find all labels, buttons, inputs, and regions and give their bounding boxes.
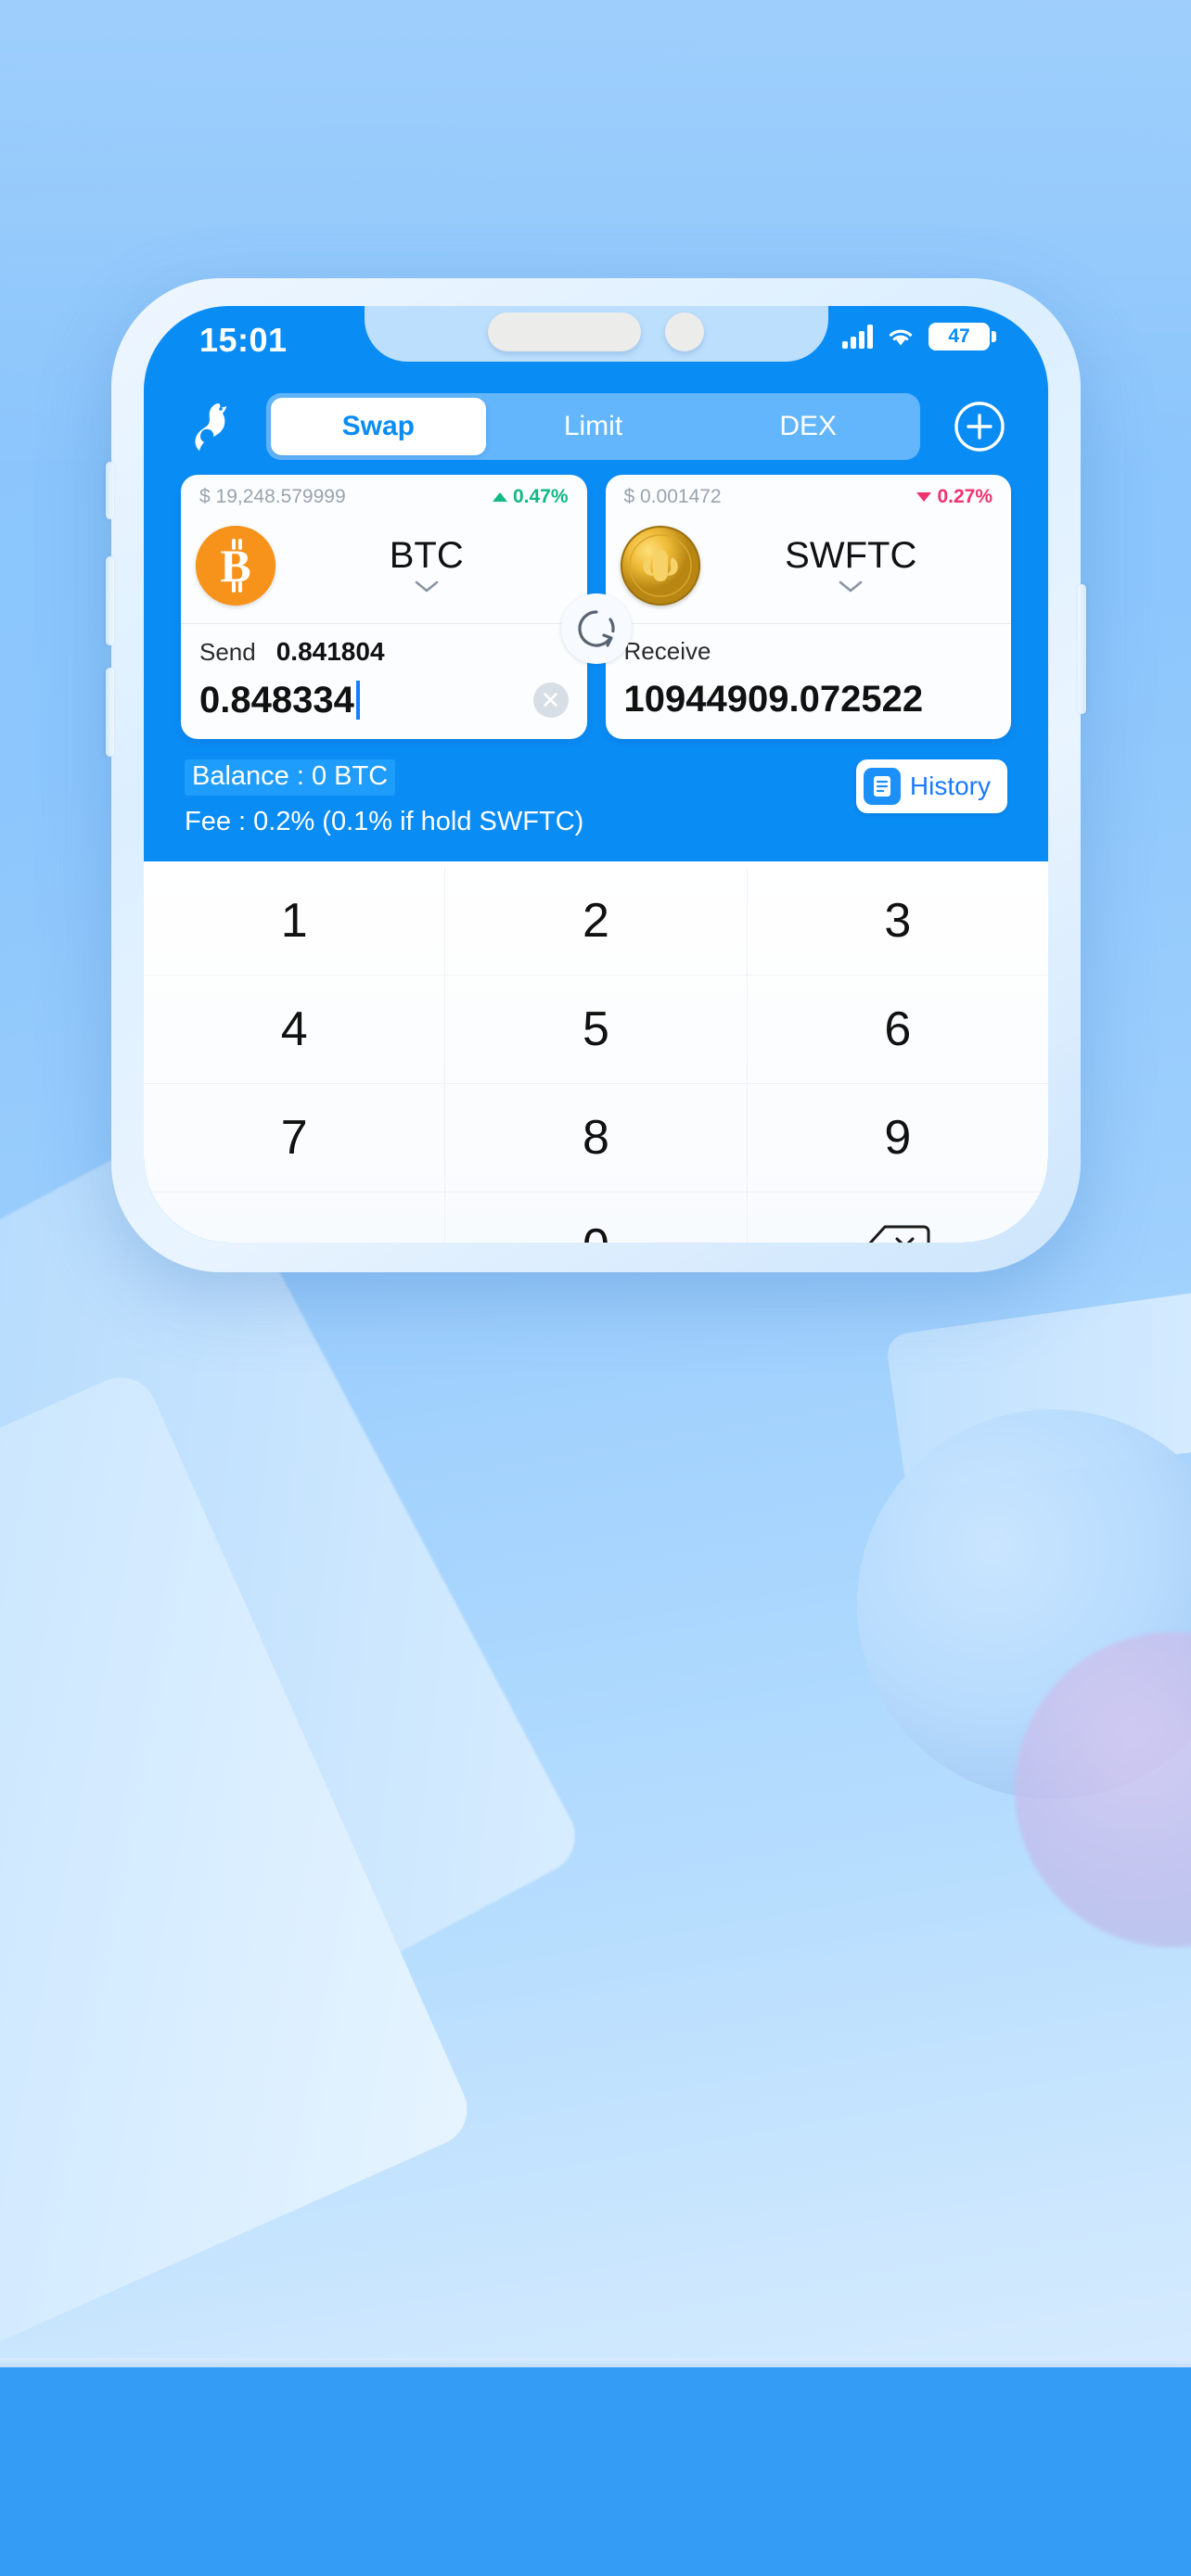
dynamic-island — [364, 306, 828, 362]
from-token-card[interactable]: $ 19,248.579999 0.47% B BTC Send 0.84180… — [181, 475, 587, 739]
tab-dex[interactable]: DEX — [700, 398, 916, 455]
to-token-header: $ 0.001472 0.27% — [606, 475, 1012, 508]
phone-mute-switch — [106, 462, 114, 519]
send-label: Send — [199, 638, 256, 666]
receive-amount-value: 10944909.072522 — [623, 678, 924, 720]
battery-percentage: 47 — [928, 323, 990, 351]
swftc-coin-icon — [620, 526, 700, 606]
arrow-down-icon — [916, 492, 932, 502]
keypad-row: . 0 — [144, 1192, 1048, 1243]
to-token-change-value: 0.27% — [937, 486, 992, 507]
fee-label: Fee : 0.2% (0.1% if hold SWFTC) — [185, 807, 584, 836]
battery-icon: 47 — [928, 323, 996, 351]
to-amount-section: Receive 10944909.072522 — [606, 624, 1012, 738]
swap-info-row: Balance : 0 BTC Fee : 0.2% (0.1% if hold… — [181, 739, 1011, 861]
wallpaper-right-strip — [884, 1289, 1191, 1493]
status-indicators: 47 — [842, 323, 996, 351]
key-1[interactable]: 1 — [144, 867, 446, 975]
phone-screen: 15:01 47 Swap Limit DEX $ 19,248.579999 … — [144, 306, 1048, 1243]
phone-device: 15:01 47 Swap Limit DEX $ 19,248.579999 … — [106, 278, 1086, 1272]
app-header: Swap Limit DEX — [144, 378, 1048, 475]
arrow-up-icon — [492, 492, 507, 502]
bitcoin-coin-icon: B — [196, 526, 275, 606]
from-token-selector[interactable]: BTC — [285, 535, 569, 597]
front-camera-icon — [665, 312, 704, 351]
key-8[interactable]: 8 — [445, 1084, 748, 1192]
key-5[interactable]: 5 — [445, 976, 748, 1083]
key-0[interactable]: 0 — [445, 1192, 748, 1243]
wallpaper-bottom-band — [0, 2367, 1191, 2576]
dynamic-island-pill — [488, 312, 641, 351]
wallpaper-band-edge — [0, 2358, 1191, 2367]
battery-nub — [992, 331, 996, 342]
history-label: History — [909, 772, 991, 800]
backspace-delete-icon[interactable] — [864, 1223, 931, 1243]
phone-power-button — [1078, 584, 1086, 714]
receive-label: Receive — [623, 637, 711, 665]
send-available-amount: 0.841804 — [275, 637, 385, 666]
from-token-change-value: 0.47% — [512, 486, 569, 507]
wallpaper-right-blob-2 — [1015, 1632, 1191, 1947]
to-token-selector[interactable]: SWFTC — [710, 535, 993, 597]
from-token-change: 0.47% — [492, 486, 569, 508]
bird-logo-icon — [195, 403, 226, 451]
chevron-down-icon[interactable] — [415, 580, 439, 593]
numeric-keypad[interactable]: 1 2 3 4 5 6 7 8 9 . 0 — [144, 861, 1048, 1243]
keypad-row: 1 2 3 — [144, 867, 1048, 976]
token-cards-row: $ 19,248.579999 0.47% B BTC Send 0.84180… — [181, 475, 1011, 739]
to-token-card[interactable]: $ 0.001472 0.27% SWFTC Receive 10944909.… — [605, 475, 1012, 739]
signal-bars-icon — [842, 325, 873, 349]
text-cursor — [355, 681, 360, 720]
wallpaper-left-wedge-2 — [0, 1365, 480, 2363]
key-7[interactable]: 7 — [144, 1084, 446, 1192]
key-9[interactable]: 9 — [748, 1084, 1048, 1192]
status-time: 15:01 — [199, 321, 288, 359]
to-output-row: 10944909.072522 — [624, 677, 993, 721]
refresh-swap-icon[interactable] — [560, 593, 632, 664]
document-list-icon — [863, 768, 901, 805]
mode-tabs[interactable]: Swap Limit DEX — [266, 393, 920, 460]
key-6[interactable]: 6 — [748, 976, 1048, 1083]
chevron-down-icon[interactable] — [839, 580, 863, 593]
to-token-price: $ 0.001472 — [623, 486, 722, 507]
from-token-symbol: BTC — [389, 534, 464, 576]
to-receive-row: Receive — [624, 637, 993, 666]
to-token-symbol: SWFTC — [785, 534, 917, 576]
from-token-body[interactable]: B BTC — [181, 508, 587, 623]
keypad-row: 7 8 9 — [144, 1084, 1048, 1192]
plus-circle-icon[interactable] — [952, 399, 1007, 454]
key-2[interactable]: 2 — [445, 867, 748, 975]
to-token-change: 0.27% — [916, 486, 992, 508]
to-token-body[interactable]: SWFTC — [606, 508, 1012, 623]
tab-swap[interactable]: Swap — [271, 398, 486, 455]
wallpaper-right-blob — [857, 1409, 1191, 1799]
wifi-icon — [889, 329, 913, 346]
swap-panel: $ 19,248.579999 0.47% B BTC Send 0.84180… — [144, 475, 1048, 861]
key-4[interactable]: 4 — [144, 976, 446, 1083]
from-token-price: $ 19,248.579999 — [199, 486, 346, 507]
key-3[interactable]: 3 — [748, 867, 1048, 975]
send-amount-value: 0.848334 — [199, 679, 354, 721]
balance-label: Balance : 0 BTC — [185, 759, 396, 796]
history-button[interactable]: History — [855, 759, 1007, 813]
swap-info-texts: Balance : 0 BTC Fee : 0.2% (0.1% if hold… — [185, 759, 583, 837]
from-amount-section: Send 0.841804 0.848334 ✕ — [181, 624, 587, 739]
clear-circle-icon[interactable]: ✕ — [532, 682, 569, 718]
tab-limit[interactable]: Limit — [486, 398, 701, 455]
from-input-row[interactable]: 0.848334 ✕ — [199, 678, 569, 722]
from-send-row: Send 0.841804 — [199, 637, 569, 667]
phone-volume-down-button — [106, 668, 114, 757]
send-amount-input[interactable]: 0.848334 — [199, 680, 360, 721]
phone-volume-up-button — [106, 556, 114, 645]
keypad-row: 4 5 6 — [144, 976, 1048, 1084]
status-bar: 15:01 47 — [144, 306, 1048, 378]
from-token-header: $ 19,248.579999 0.47% — [181, 475, 587, 508]
